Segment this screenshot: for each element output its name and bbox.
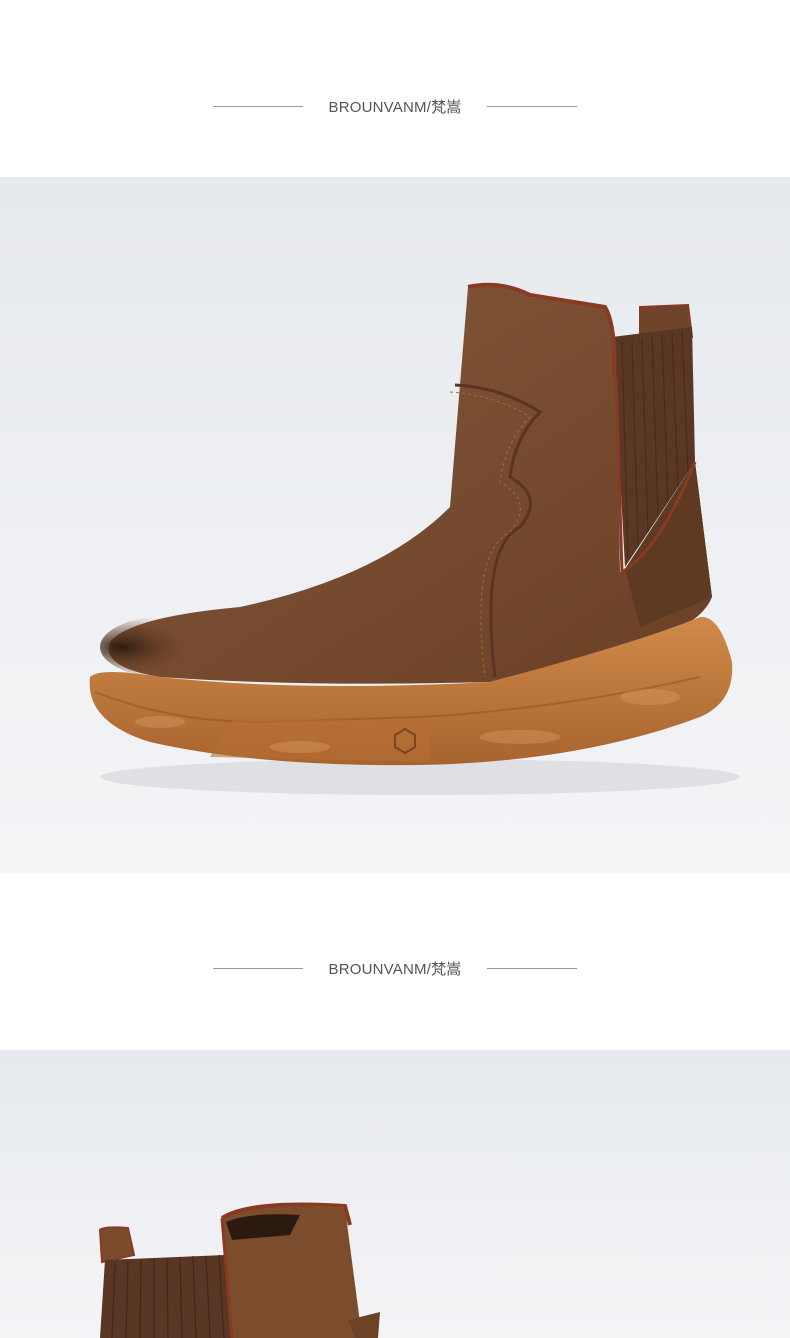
divider-line-right — [487, 967, 578, 969]
product-photo — [0, 177, 790, 873]
brand-divider: BROUNVANM/梵嵩 — [0, 953, 790, 983]
product-detail-page: BROUNVANM/梵嵩 BROUNVANM/梵嵩 — [0, 0, 790, 1338]
brand-label: BROUNVANM/梵嵩 — [328, 960, 462, 978]
brand-divider: BROUNVANM/梵嵩 — [0, 91, 790, 121]
brand-label: BROUNVANM/梵嵩 — [328, 98, 462, 116]
divider-line-left — [212, 105, 303, 107]
chelsea-boot-image — [98, 1202, 380, 1338]
divider-line-right — [487, 105, 578, 107]
divider-line-left — [212, 967, 303, 969]
product-photo — [0, 1050, 790, 1338]
chelsea-boot-image — [89, 282, 740, 795]
